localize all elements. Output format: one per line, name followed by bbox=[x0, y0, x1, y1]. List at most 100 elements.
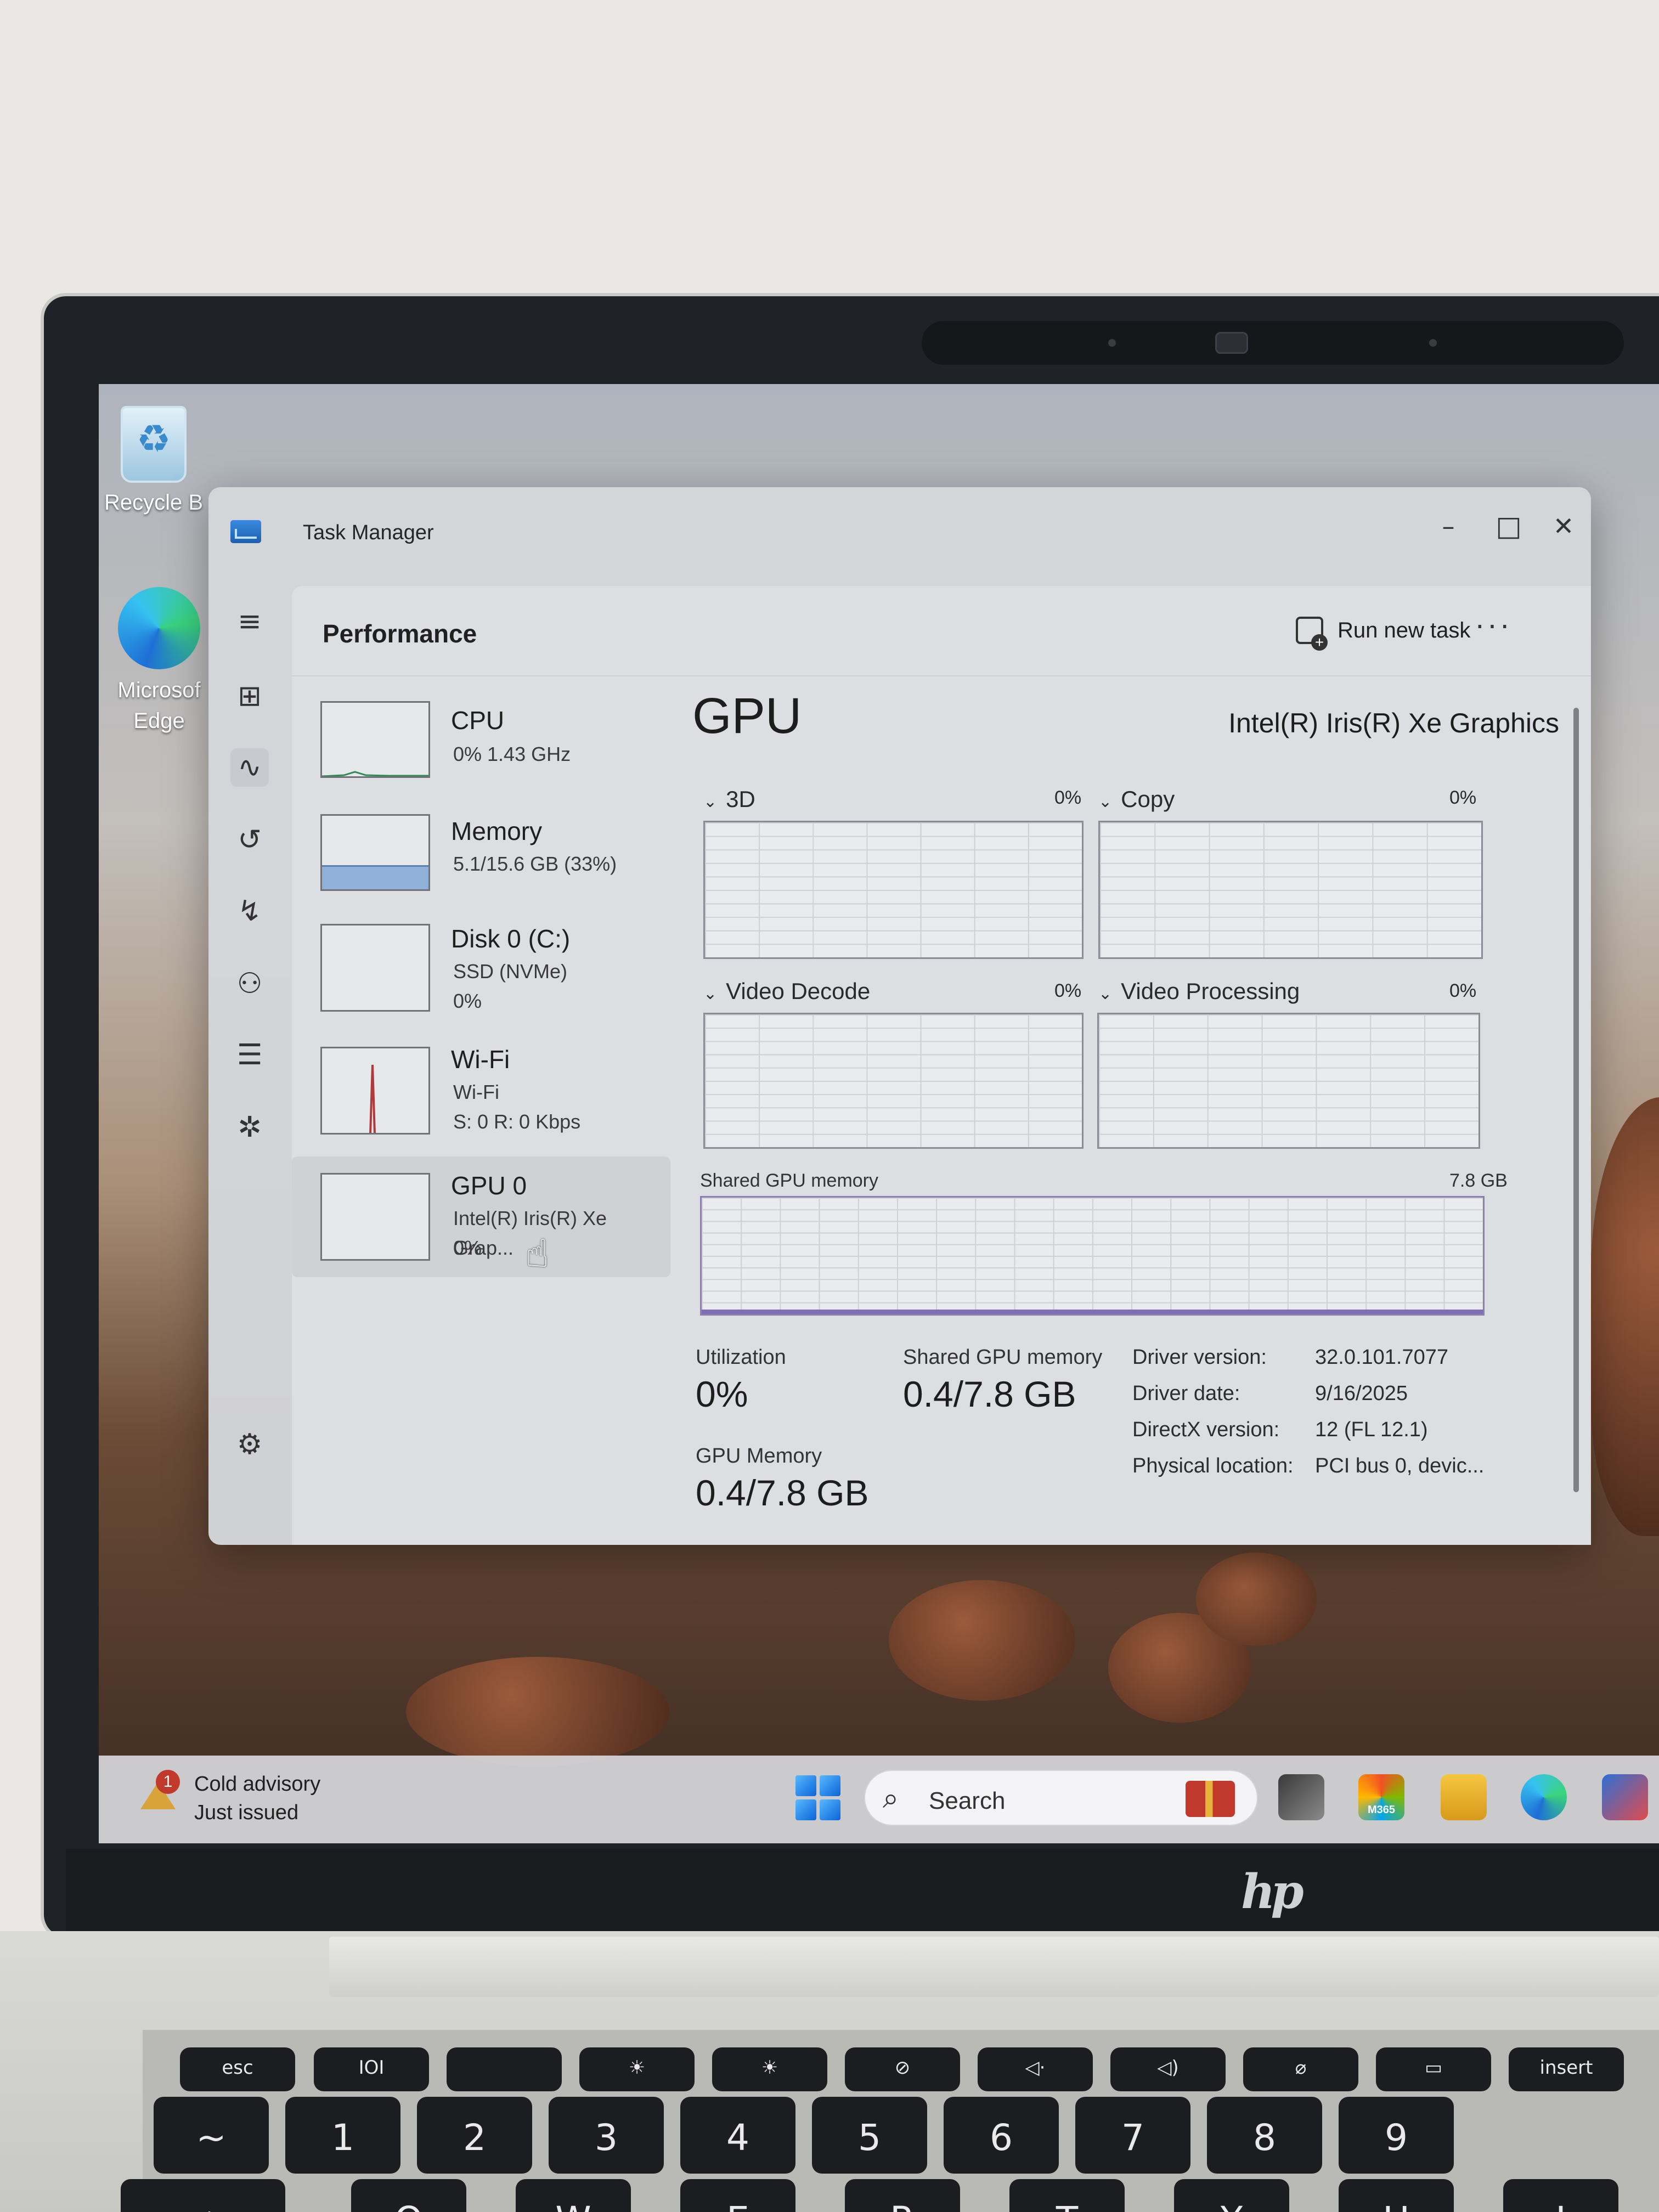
services-icon[interactable]: ✲ bbox=[230, 1108, 269, 1147]
start-tile bbox=[795, 1799, 816, 1820]
users-icon[interactable]: ⚇ bbox=[230, 964, 269, 1003]
key-3[interactable]: 3 bbox=[549, 2097, 664, 2174]
key-2[interactable]: 2 bbox=[417, 2097, 532, 2174]
task-view-icon[interactable] bbox=[1278, 1774, 1324, 1820]
engine-percent: 0% bbox=[1449, 980, 1477, 1001]
vertical-scrollbar[interactable] bbox=[1573, 708, 1579, 1492]
key-u[interactable]: U bbox=[1339, 2179, 1454, 2212]
run-new-task-button[interactable]: Run new task bbox=[1296, 611, 1470, 651]
startup-apps-icon[interactable]: ↯ bbox=[230, 892, 269, 930]
engine-selector-3d[interactable]: ⌄ 3D bbox=[703, 786, 755, 812]
device-cpu[interactable]: CPU 0% 1.43 GHz bbox=[292, 679, 670, 800]
chevron-down-icon: ⌄ bbox=[1098, 792, 1113, 811]
hand-cursor-icon: ☝ bbox=[526, 1231, 549, 1276]
menu-icon[interactable]: ≡ bbox=[230, 602, 269, 641]
driver-date-key: Driver date: bbox=[1132, 1382, 1240, 1405]
m365-copilot-icon[interactable]: M365 bbox=[1358, 1774, 1404, 1820]
engine-selector-video-processing[interactable]: ⌄ Video Processing bbox=[1098, 978, 1300, 1005]
taskbar-search[interactable]: ⌕ Search bbox=[864, 1770, 1258, 1826]
key-q[interactable]: Q bbox=[351, 2179, 466, 2212]
gpu-detail-panel: GPU Intel(R) Iris(R) Xe Graphics ⌄ 3D 0% … bbox=[692, 687, 1559, 1532]
microsoft-store-icon[interactable] bbox=[1602, 1774, 1648, 1820]
cpu-mini-graph-line bbox=[322, 771, 428, 776]
key-tab[interactable]: tab bbox=[121, 2179, 285, 2212]
key-f8[interactable]: ⌀ bbox=[1243, 2047, 1358, 2091]
device-sub: S: 0 R: 0 Kbps bbox=[453, 1110, 581, 1133]
key-w[interactable]: W bbox=[516, 2179, 631, 2212]
key-i[interactable]: I bbox=[1503, 2179, 1618, 2212]
device-name: Memory bbox=[451, 817, 543, 845]
utilization-value: 0% bbox=[696, 1374, 748, 1414]
key-1[interactable]: 1 bbox=[285, 2097, 400, 2174]
close-button[interactable]: ✕ bbox=[1531, 501, 1596, 551]
key-f2[interactable] bbox=[447, 2047, 562, 2091]
weather-alert-icon: 1 bbox=[137, 1770, 181, 1814]
key-f6[interactable]: ◁· bbox=[978, 2047, 1093, 2091]
device-sub: SSD (NVMe) bbox=[453, 960, 568, 983]
navigation-rail: ≡ ⊞ ∿ ↺ ↯ ⚇ ☰ ✲ ⚙ bbox=[208, 580, 291, 1545]
key-t[interactable]: T bbox=[1009, 2179, 1125, 2212]
processes-icon[interactable]: ⊞ bbox=[230, 677, 269, 715]
file-explorer-icon[interactable] bbox=[1441, 1774, 1487, 1820]
key-5[interactable]: 5 bbox=[812, 2097, 927, 2174]
app-history-icon[interactable]: ↺ bbox=[230, 821, 269, 859]
edge-taskbar-icon[interactable] bbox=[1521, 1774, 1567, 1820]
key-7[interactable]: 7 bbox=[1075, 2097, 1190, 2174]
key-f9[interactable]: ▭ bbox=[1376, 2047, 1491, 2091]
title-bar[interactable]: Task Manager – □ ✕ bbox=[208, 487, 1591, 580]
search-highlight-gift-icon bbox=[1186, 1781, 1235, 1817]
engine-name: Video Processing bbox=[1121, 978, 1300, 1004]
device-disk[interactable]: Disk 0 (C:) SSD (NVMe) 0% bbox=[292, 904, 670, 1025]
key-f7[interactable]: ◁) bbox=[1110, 2047, 1226, 2091]
key-f5[interactable]: ⊘ bbox=[845, 2047, 960, 2091]
recycle-bin-icon bbox=[121, 406, 187, 483]
engine-selector-copy[interactable]: ⌄ Copy bbox=[1098, 786, 1175, 812]
graph-video-decode bbox=[703, 1013, 1084, 1149]
start-tile bbox=[820, 1775, 840, 1796]
device-gpu[interactable]: GPU 0 Intel(R) Iris(R) Xe Grap... 0% bbox=[292, 1156, 670, 1277]
run-task-icon bbox=[1296, 617, 1328, 651]
desert-rock bbox=[1196, 1553, 1317, 1646]
engine-selector-video-decode[interactable]: ⌄ Video Decode bbox=[703, 978, 870, 1005]
key-4[interactable]: 4 bbox=[680, 2097, 795, 2174]
settings-icon[interactable]: ⚙ bbox=[230, 1425, 269, 1464]
edge-desktop-icon[interactable]: Microsof Edge bbox=[104, 587, 214, 736]
key-f4[interactable]: ☀ bbox=[712, 2047, 827, 2091]
key-9[interactable]: 9 bbox=[1339, 2097, 1454, 2174]
key-y[interactable]: Y bbox=[1174, 2179, 1289, 2212]
weather-widget[interactable]: 1 Cold advisory Just issued bbox=[137, 1770, 320, 1827]
device-memory[interactable]: Memory 5.1/15.6 GB (33%) bbox=[292, 794, 670, 915]
gpu-mini-graph bbox=[320, 1173, 430, 1261]
key-insert[interactable]: insert bbox=[1509, 2047, 1624, 2091]
key-8[interactable]: 8 bbox=[1207, 2097, 1322, 2174]
engine-percent: 0% bbox=[1449, 787, 1477, 808]
weather-badge: 1 bbox=[156, 1770, 180, 1794]
directx-version-value: 12 (FL 12.1) bbox=[1315, 1418, 1428, 1441]
recycle-bin-desktop-icon[interactable]: Recycle B bbox=[99, 406, 208, 518]
more-options-button[interactable]: ··· bbox=[1466, 608, 1521, 652]
performance-icon[interactable]: ∿ bbox=[230, 748, 269, 787]
start-tile bbox=[795, 1775, 816, 1796]
desert-rock bbox=[406, 1657, 669, 1767]
edge-icon bbox=[118, 587, 200, 669]
start-tile bbox=[820, 1799, 840, 1820]
recycle-bin-label: Recycle B bbox=[104, 490, 204, 515]
chevron-down-icon: ⌄ bbox=[1098, 984, 1113, 1003]
driver-version-value: 32.0.101.7077 bbox=[1315, 1346, 1449, 1369]
device-sub: 0% bbox=[453, 990, 482, 1012]
engine-percent: 0% bbox=[1054, 980, 1082, 1001]
key-f3[interactable]: ☀ bbox=[579, 2047, 695, 2091]
start-button[interactable] bbox=[795, 1775, 840, 1820]
key-e[interactable]: E bbox=[680, 2179, 795, 2212]
key-6[interactable]: 6 bbox=[944, 2097, 1059, 2174]
key-f1[interactable]: IOI bbox=[314, 2047, 429, 2091]
device-wifi[interactable]: Wi-Fi Wi-Fi S: 0 R: 0 Kbps bbox=[292, 1030, 670, 1151]
driver-date-value: 9/16/2025 bbox=[1315, 1382, 1408, 1405]
details-icon[interactable]: ☰ bbox=[230, 1036, 269, 1074]
key-r[interactable]: R bbox=[845, 2179, 960, 2212]
utilization-label: Utilization bbox=[696, 1346, 786, 1369]
minimize-button[interactable]: – bbox=[1415, 501, 1481, 551]
key-tilde[interactable]: ~ bbox=[154, 2097, 269, 2174]
key-esc[interactable]: esc bbox=[180, 2047, 295, 2091]
sensor-dot bbox=[1108, 339, 1116, 347]
